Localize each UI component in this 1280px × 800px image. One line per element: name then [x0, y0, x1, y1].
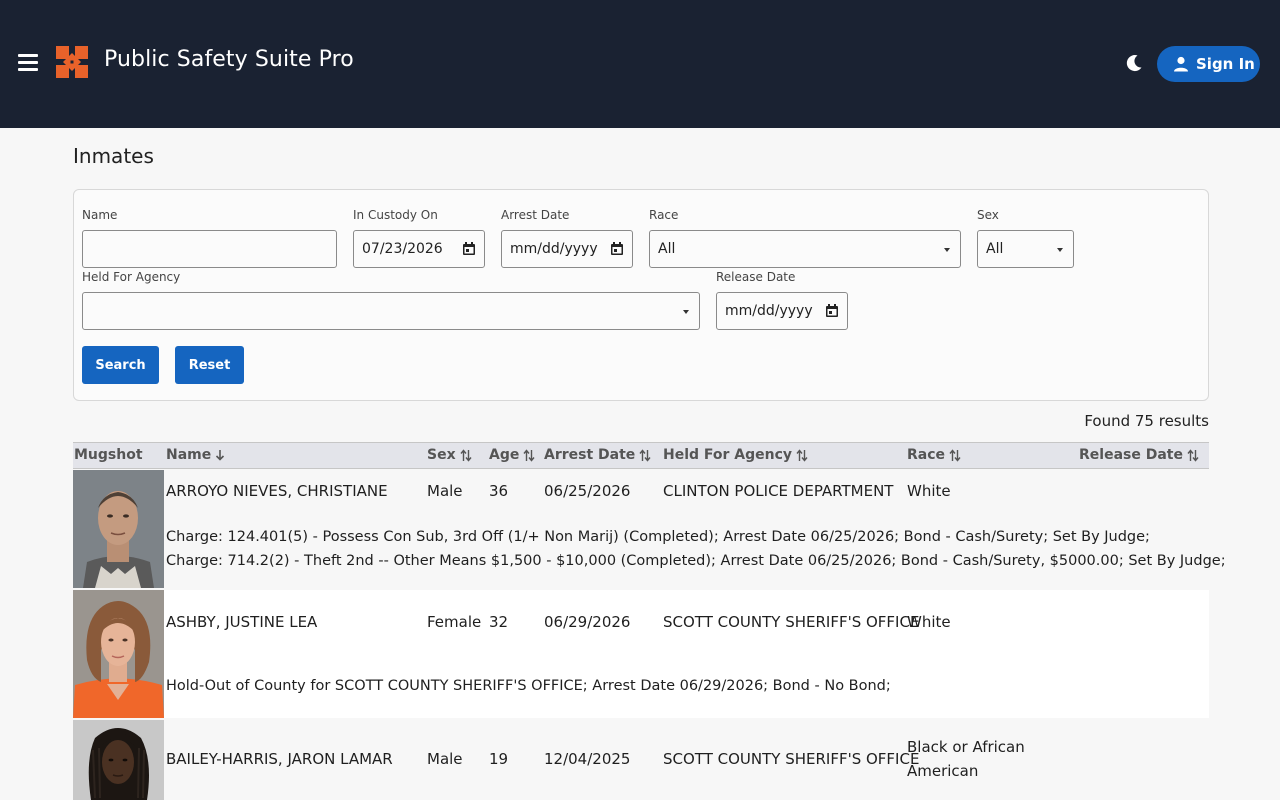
- mugshot-photo: [73, 470, 164, 588]
- sort-icon: [949, 448, 961, 462]
- column-label: Arrest Date: [544, 447, 636, 463]
- sex-label: Sex: [977, 208, 999, 222]
- hamburger-menu-icon[interactable]: [18, 52, 38, 72]
- calendar-icon[interactable]: [825, 304, 839, 318]
- inmate-sex: Male: [427, 482, 463, 500]
- column-label: Held For Agency: [663, 447, 793, 463]
- inmate-arrest-date: 12/04/2025: [544, 750, 631, 768]
- held-for-agency-select[interactable]: [82, 292, 700, 330]
- release-date-input[interactable]: mm/dd/yyyy: [716, 292, 848, 330]
- in-custody-on-date-input[interactable]: 07/23/2026: [353, 230, 485, 268]
- name-filter-label: Name: [82, 208, 118, 222]
- column-header-mugshot: Mugshot: [74, 447, 143, 463]
- column-header-held-for-agency[interactable]: Held For Agency: [663, 447, 808, 463]
- inmate-race-line2: American: [907, 762, 979, 780]
- race-label: Race: [649, 208, 679, 222]
- sign-in-label: Sign In: [1196, 55, 1255, 73]
- calendar-icon[interactable]: [610, 242, 624, 256]
- arrest-date-placeholder: mm/dd/yyyy: [510, 241, 598, 257]
- inmate-age: 32: [489, 613, 509, 631]
- arrest-date-input[interactable]: mm/dd/yyyy: [501, 230, 633, 268]
- in-custody-on-label: In Custody On: [353, 208, 438, 222]
- inmate-agency: SCOTT COUNTY SHERIFF'S OFFICE: [663, 750, 920, 768]
- inmate-agency: CLINTON POLICE DEPARTMENT: [663, 482, 894, 500]
- charge-line: Charge: 124.401(5) - Possess Con Sub, 3r…: [166, 529, 1150, 545]
- release-date-placeholder: mm/dd/yyyy: [725, 303, 813, 319]
- table-header: Mugshot Name Sex Age Arrest Date Held Fo…: [73, 442, 1209, 469]
- column-label: Release Date: [1079, 447, 1183, 463]
- chevron-down-icon: [683, 310, 689, 314]
- inmate-name[interactable]: ARROYO NIEVES, CHRISTIANE: [166, 482, 388, 500]
- inmate-arrest-date: 06/29/2026: [544, 613, 631, 631]
- sort-icon: [796, 448, 808, 462]
- inmate-arrest-date: 06/25/2026: [544, 482, 631, 500]
- column-label: Name: [166, 447, 212, 463]
- column-header-arrest-date[interactable]: Arrest Date: [544, 447, 651, 463]
- app-title: Public Safety Suite Pro: [104, 47, 354, 72]
- inmate-age: 19: [489, 750, 509, 768]
- column-header-race[interactable]: Race: [907, 447, 961, 463]
- column-label: Sex: [427, 447, 456, 463]
- inmate-sex: Male: [427, 750, 463, 768]
- chevron-down-icon: [944, 248, 950, 252]
- column-label: Race: [907, 447, 946, 463]
- search-button[interactable]: Search: [82, 346, 159, 384]
- top-app-bar: Public Safety Suite Pro Sign In: [0, 0, 1280, 128]
- sex-select[interactable]: All: [977, 230, 1074, 268]
- dark-mode-moon-icon[interactable]: [1124, 53, 1144, 73]
- column-header-release-date[interactable]: Release Date: [1079, 447, 1199, 463]
- race-select[interactable]: All: [649, 230, 961, 268]
- column-label: Age: [489, 447, 520, 463]
- held-for-agency-label: Held For Agency: [82, 270, 181, 284]
- sort-icon: [460, 448, 472, 462]
- table-row[interactable]: ASHBY, JUSTINE LEA Female 32 06/29/2026 …: [73, 590, 1209, 718]
- column-header-name[interactable]: Name: [166, 447, 225, 463]
- arrest-date-label: Arrest Date: [501, 208, 570, 222]
- inmate-agency: SCOTT COUNTY SHERIFF'S OFFICE: [663, 613, 920, 631]
- column-header-sex[interactable]: Sex: [427, 447, 472, 463]
- charge-line: Hold-Out of County for SCOTT COUNTY SHER…: [166, 678, 891, 694]
- in-custody-on-value: 07/23/2026: [362, 241, 443, 257]
- inmate-race: White: [907, 613, 951, 631]
- inmate-race: White: [907, 482, 951, 500]
- sex-select-value: All: [986, 241, 1004, 257]
- inmate-name[interactable]: ASHBY, JUSTINE LEA: [166, 613, 317, 631]
- table-row[interactable]: ARROYO NIEVES, CHRISTIANE Male 36 06/25/…: [73, 470, 1226, 588]
- calendar-icon[interactable]: [462, 242, 476, 256]
- mugshot-photo: [73, 590, 164, 718]
- chevron-down-icon: [1057, 248, 1063, 252]
- inmate-age: 36: [489, 482, 509, 500]
- release-date-label: Release Date: [716, 270, 796, 284]
- table-row[interactable]: BAILEY-HARRIS, JARON LAMAR Male 19 12/04…: [73, 720, 1209, 800]
- inmate-race-line1: Black or African: [907, 738, 1025, 756]
- sign-in-button[interactable]: Sign In: [1157, 46, 1260, 82]
- sort-icon: [639, 448, 651, 462]
- mugshot-photo: [73, 720, 164, 800]
- sort-descending-icon: [216, 450, 225, 461]
- inmate-name[interactable]: BAILEY-HARRIS, JARON LAMAR: [166, 750, 393, 768]
- results-count: Found 75 results: [1084, 412, 1209, 430]
- user-icon: [1174, 56, 1188, 72]
- sort-icon: [523, 448, 535, 462]
- reset-button[interactable]: Reset: [175, 346, 244, 384]
- charge-line: Charge: 714.2(2) - Theft 2nd -- Other Me…: [166, 553, 1226, 569]
- column-label: Mugshot: [74, 447, 143, 463]
- inmate-sex: Female: [427, 613, 482, 631]
- app-logo-icon: [56, 46, 88, 78]
- sort-icon: [1187, 448, 1199, 462]
- page-title: Inmates: [73, 144, 154, 168]
- name-input[interactable]: [82, 230, 337, 268]
- column-header-age[interactable]: Age: [489, 447, 535, 463]
- race-select-value: All: [658, 241, 676, 257]
